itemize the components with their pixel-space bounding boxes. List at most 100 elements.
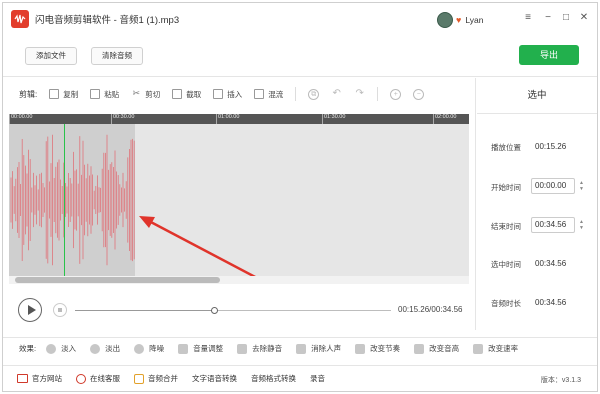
horizontal-scrollbar[interactable] xyxy=(9,276,469,284)
scissors-icon: ✂ xyxy=(132,88,140,98)
fade-in-label: 淡入 xyxy=(61,344,77,353)
waveform xyxy=(10,134,135,266)
selected-time-value: 00:34.56 xyxy=(535,259,567,268)
fade-out-label: 淡出 xyxy=(105,344,121,353)
maximize-icon[interactable]: □ xyxy=(559,12,573,23)
ruler-tick: 01:30.00 xyxy=(322,114,345,124)
copy-button[interactable]: 复制 xyxy=(49,89,78,100)
vocal-icon xyxy=(296,343,307,354)
copy-disabled-icon[interactable]: ⧉ xyxy=(308,88,320,100)
crop-label: 截取 xyxy=(186,89,202,99)
zoom-in-icon[interactable]: + xyxy=(390,88,402,100)
change-pitch-button[interactable]: 改变音高 xyxy=(414,343,459,354)
end-time-input[interactable]: 00:34.56 ▲ ▼ xyxy=(531,217,584,233)
undo-icon[interactable]: ↶ xyxy=(331,88,342,100)
progress-fill xyxy=(75,310,215,311)
stepper-arrows-icon[interactable]: ▲ ▼ xyxy=(579,180,584,192)
ruler-tick: 00:00.00 xyxy=(9,114,32,124)
progress-knob[interactable] xyxy=(211,307,219,314)
cut-label: 剪切 xyxy=(145,89,161,99)
insert-label: 插入 xyxy=(227,89,243,99)
remove-vocals-button[interactable]: 消除人声 xyxy=(296,343,341,354)
mix-button[interactable]: 混流 xyxy=(254,89,283,100)
zoom-out-icon[interactable]: − xyxy=(413,88,425,100)
avatar[interactable] xyxy=(437,12,453,28)
start-time-label: 开始时间 xyxy=(491,183,521,192)
export-button[interactable]: 导出 xyxy=(519,45,579,65)
text-to-speech-label: 文字语音转换 xyxy=(192,374,237,383)
cut-button[interactable]: ✂ 剪切 xyxy=(131,89,160,100)
paste-icon xyxy=(90,89,101,99)
effects-label: 效果: xyxy=(19,344,37,353)
toolbar-divider xyxy=(295,87,297,101)
clear-audio-button[interactable]: 清除音频 xyxy=(91,47,143,65)
ruler-tick: 01:00.00 xyxy=(216,114,239,124)
noise-reduction-button[interactable]: 降噪 xyxy=(134,343,164,354)
playhead[interactable] xyxy=(64,124,65,276)
online-support-label: 在线客服 xyxy=(90,374,120,383)
duration-label: 音频时长 xyxy=(491,299,521,308)
user-account[interactable]: ♥ Lyan xyxy=(437,12,483,28)
support-icon xyxy=(76,373,86,384)
mix-icon xyxy=(254,89,265,99)
remove-silence-button[interactable]: 去除静音 xyxy=(237,343,282,354)
mix-label: 混流 xyxy=(268,89,284,99)
start-time-input[interactable]: 00:00.00 ▲ ▼ xyxy=(531,178,584,194)
stepper-arrows-icon[interactable]: ▲ ▼ xyxy=(579,219,584,231)
fade-in-button[interactable]: 淡入 xyxy=(46,343,76,354)
official-site-link[interactable]: 官方网站 xyxy=(17,373,62,384)
insert-icon xyxy=(213,89,224,99)
start-time-value: 00:00.00 xyxy=(535,181,567,190)
fade-out-button[interactable]: 淡出 xyxy=(90,343,120,354)
scrollbar-thumb[interactable] xyxy=(15,277,220,283)
insert-button[interactable]: 插入 xyxy=(213,89,242,100)
text-to-speech-link[interactable]: 文字语音转换 xyxy=(192,373,237,384)
window-title: 闪电音频剪辑软件 - 音频1 (1).mp3 xyxy=(35,15,180,26)
waveform-area[interactable] xyxy=(9,124,469,276)
record-link[interactable]: 录音 xyxy=(310,373,325,384)
stop-button[interactable] xyxy=(53,303,67,317)
audio-merge-link[interactable]: 音频合并 xyxy=(134,373,178,384)
online-support-link[interactable]: 在线客服 xyxy=(76,373,120,384)
speed-icon xyxy=(473,343,484,354)
format-convert-link[interactable]: 音频格式转换 xyxy=(251,373,296,384)
play-position-value: 00:15.26 xyxy=(535,142,567,151)
crop-button[interactable]: 截取 xyxy=(172,89,201,100)
timeline-ruler: 00:00.00 00:30.00 01:00.00 01:30.00 02:0… xyxy=(9,114,469,124)
username[interactable]: Lyan xyxy=(465,15,483,25)
app-window: 闪电音频剪辑软件 - 音频1 (1).mp3 ♥ Lyan ≡ − □ ✕ 添加… xyxy=(2,2,598,392)
speaker-icon xyxy=(178,343,189,354)
selection-panel: 选中 播放位置 00:15.26 开始时间 00:00.00 ▲ ▼ 结束时间 00… xyxy=(477,78,597,330)
play-position-label: 播放位置 xyxy=(491,143,521,152)
add-file-button[interactable]: 添加文件 xyxy=(25,47,77,65)
edit-toolbar: 剪辑: 复制 粘贴 ✂ 剪切 截取 插入 混流 ⧉ ↶ ↷ + − xyxy=(3,84,476,104)
title-bar: 闪电音频剪辑软件 - 音频1 (1).mp3 ♥ Lyan ≡ − □ ✕ xyxy=(3,3,597,35)
volume-adjust-button[interactable]: 音量调整 xyxy=(178,343,223,354)
change-pitch-label: 改变音高 xyxy=(429,344,460,353)
noise-reduction-label: 降噪 xyxy=(149,344,165,353)
change-speed-label: 改变速率 xyxy=(488,344,519,353)
player-controls: 00:15.26/00:34.56 xyxy=(3,290,476,330)
paste-button[interactable]: 粘贴 xyxy=(90,89,119,100)
redo-icon[interactable]: ↷ xyxy=(354,88,365,100)
duration-value: 00:34.56 xyxy=(535,298,567,307)
menu-icon[interactable]: ≡ xyxy=(521,12,535,23)
app-logo-icon xyxy=(11,10,29,28)
change-tempo-label: 改变节奏 xyxy=(370,344,401,353)
remove-silence-label: 去除静音 xyxy=(252,344,283,353)
end-time-value: 00:34.56 xyxy=(535,220,567,229)
minimize-icon[interactable]: − xyxy=(541,12,555,23)
change-tempo-button[interactable]: 改变节奏 xyxy=(355,343,400,354)
close-icon[interactable]: ✕ xyxy=(577,12,591,23)
effects-bar: 效果: 淡入 淡出 降噪 音量调整 去除静音 消除人声 改变节奏 改变音高 改变… xyxy=(3,337,597,359)
paste-label: 粘贴 xyxy=(104,89,120,99)
remove-vocals-label: 消除人声 xyxy=(311,344,342,353)
monitor-icon xyxy=(17,374,28,383)
merge-icon xyxy=(134,373,144,384)
play-button[interactable] xyxy=(18,298,42,322)
ruler-tick: 00:30.00 xyxy=(111,114,134,124)
selection-panel-title: 选中 xyxy=(477,78,597,114)
change-speed-button[interactable]: 改变速率 xyxy=(473,343,518,354)
toolbar-divider xyxy=(377,87,379,101)
progress-slider[interactable] xyxy=(75,307,391,314)
